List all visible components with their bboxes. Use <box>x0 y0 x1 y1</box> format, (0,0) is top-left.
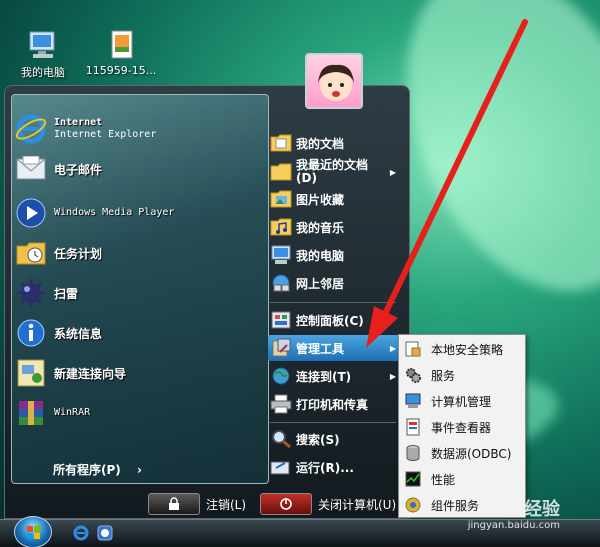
red-annotation-arrow <box>366 19 528 348</box>
